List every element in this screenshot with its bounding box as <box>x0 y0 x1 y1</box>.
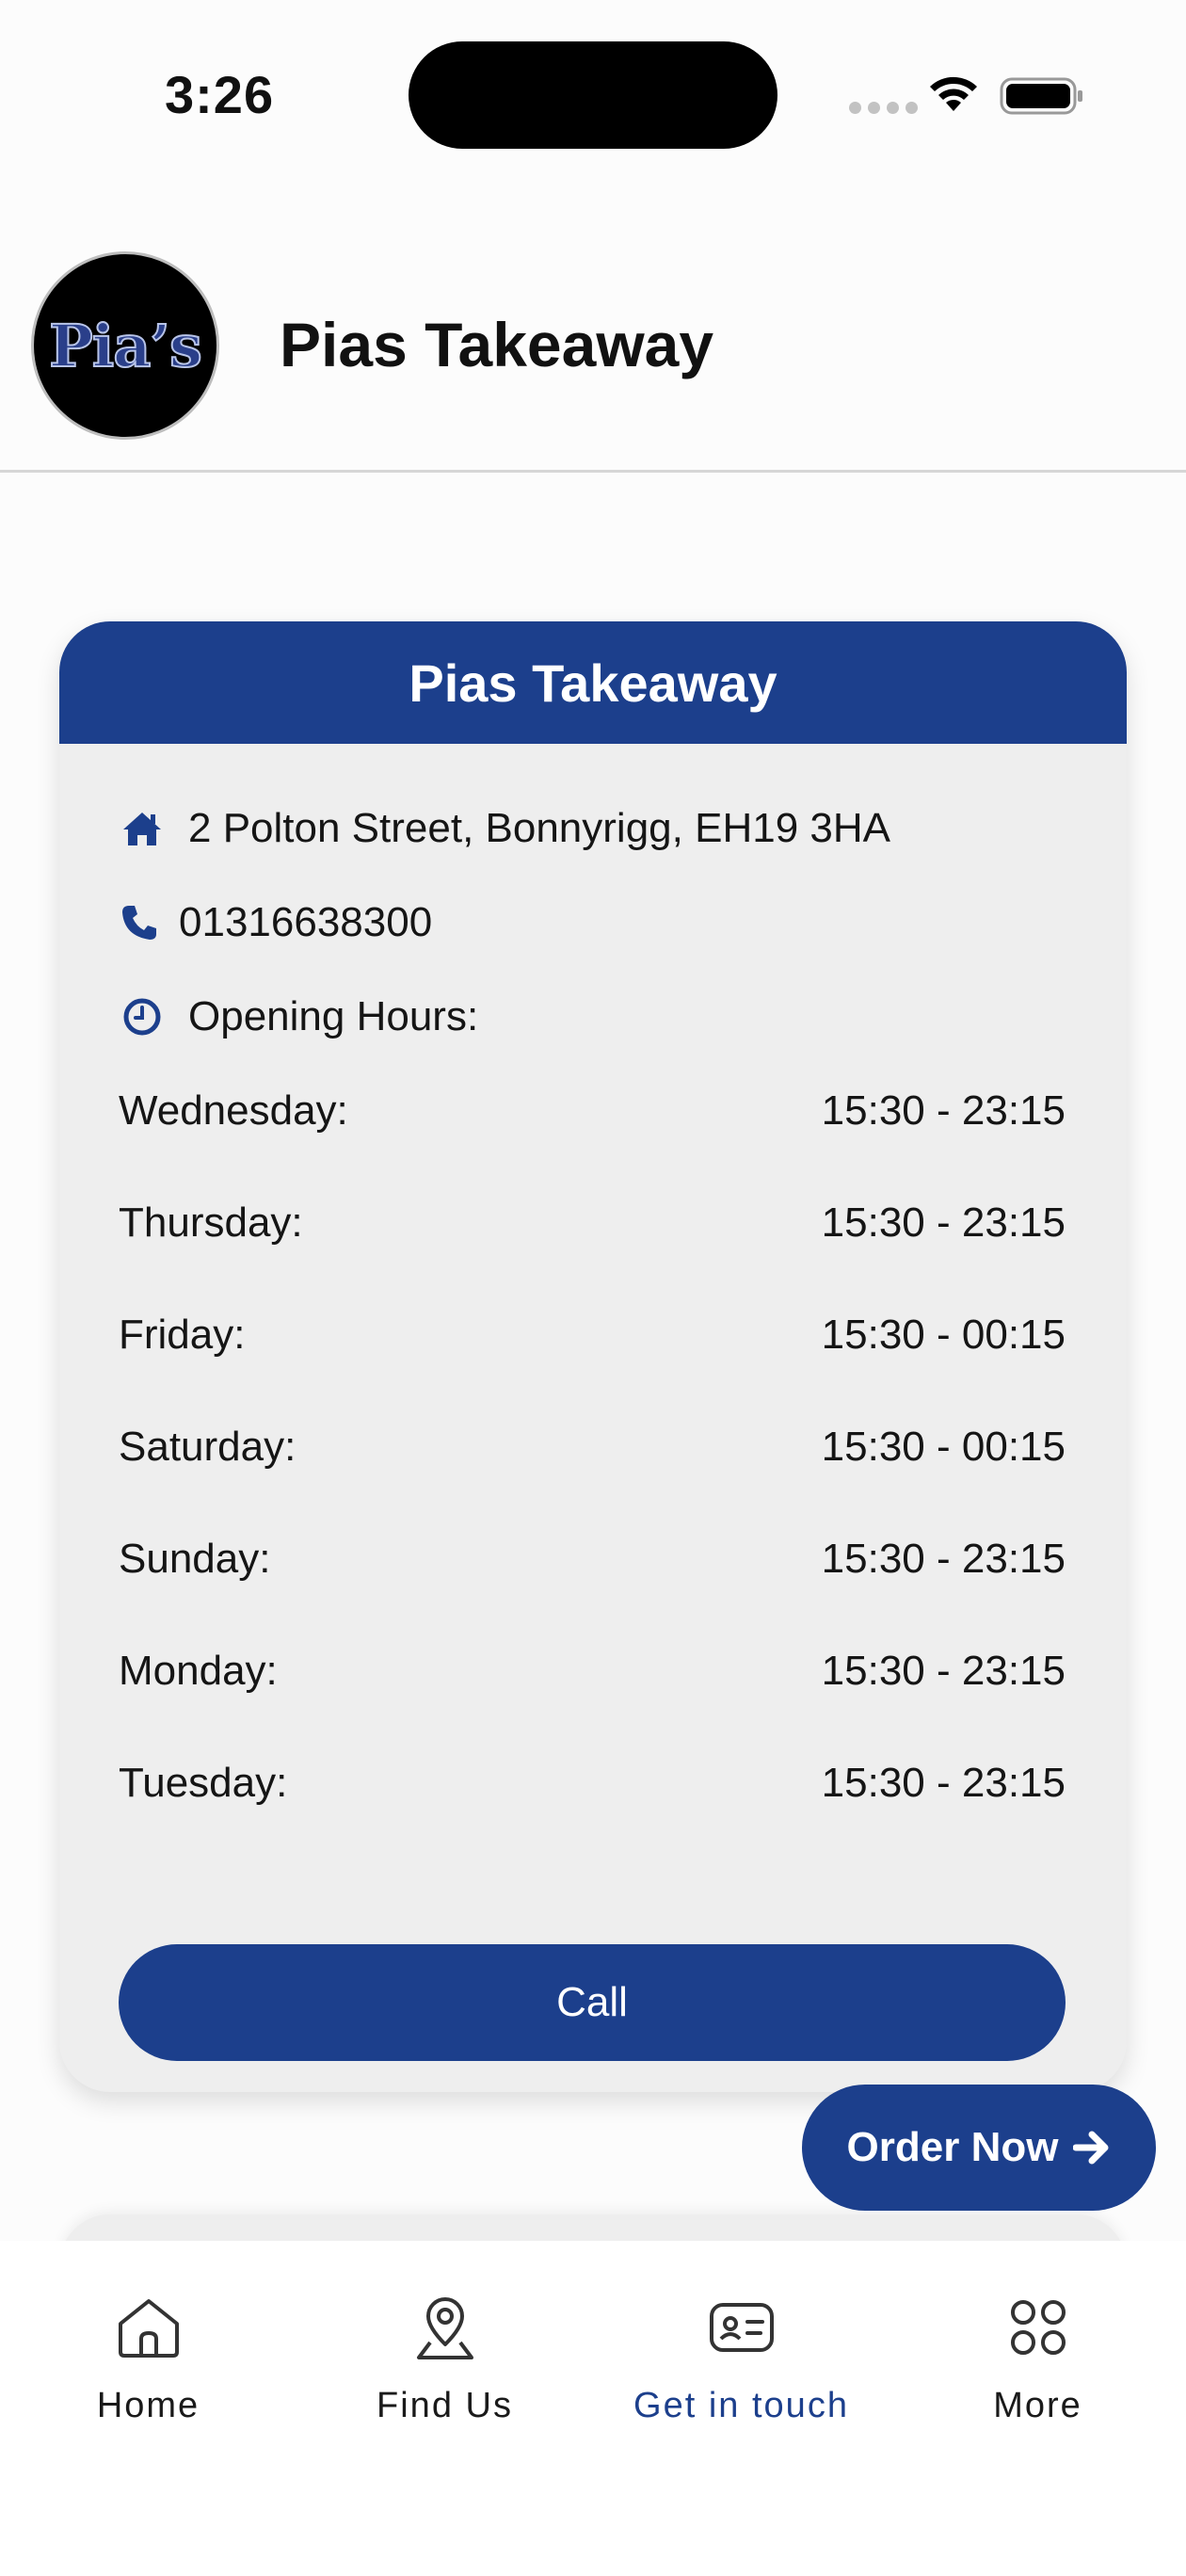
bottom-navigation: Home Find Us Get in touch More <box>0 2241 1186 2576</box>
clock-icon <box>119 993 166 1040</box>
grid-icon <box>1010 2300 1066 2355</box>
location-pin-icon <box>416 2297 473 2359</box>
address-text: 2 Polton Street, Bonnyrigg, EH19 3HA <box>188 805 890 851</box>
order-now-button[interactable]: Order Now <box>802 2085 1156 2211</box>
hours-time: 15:30 - 23:15 <box>821 1760 1066 1806</box>
phone-number: 01316638300 <box>179 899 433 945</box>
nav-item-more[interactable]: More <box>890 2290 1186 2426</box>
card-title: Pias Takeaway <box>409 652 777 713</box>
address-row: 2 Polton Street, Bonnyrigg, EH19 3HA <box>119 805 890 852</box>
nav-item-find-us[interactable]: Find Us <box>296 2290 593 2426</box>
hours-time: 15:30 - 23:15 <box>821 1087 1066 1134</box>
hours-day: Saturday: <box>119 1424 296 1470</box>
nav-label-more: More <box>993 2386 1082 2425</box>
restaurant-logo[interactable]: Pia’s <box>31 251 219 440</box>
hours-time: 15:30 - 00:15 <box>821 1424 1066 1470</box>
hours-time: 15:30 - 23:15 <box>821 1199 1066 1246</box>
hours-day: Wednesday: <box>119 1087 348 1134</box>
opening-hours-label: Opening Hours: <box>188 993 479 1039</box>
hours-row-friday: Friday: 15:30 - 00:15 <box>119 1312 1066 1359</box>
hours-time: 15:30 - 23:15 <box>821 1648 1066 1694</box>
order-now-label: Order Now <box>846 2124 1059 2170</box>
battery-icon <box>1000 77 1082 115</box>
opening-hours-heading: Opening Hours: <box>119 993 478 1040</box>
cellular-signal-icon <box>849 102 918 114</box>
hours-row-monday: Monday: 15:30 - 23:15 <box>119 1648 1066 1695</box>
nav-item-get-in-touch[interactable]: Get in touch <box>593 2290 890 2426</box>
hours-row-thursday: Thursday: 15:30 - 23:15 <box>119 1199 1066 1247</box>
hours-day: Sunday: <box>119 1536 271 1582</box>
contact-card-icon <box>709 2303 774 2352</box>
dynamic-island <box>409 41 777 149</box>
phone-row[interactable]: 01316638300 <box>119 899 432 946</box>
status-time: 3:26 <box>165 65 275 124</box>
hours-row-wednesday: Wednesday: 15:30 - 23:15 <box>119 1087 1066 1135</box>
nav-label-find-us: Find Us <box>377 2386 513 2425</box>
hours-time: 15:30 - 23:15 <box>821 1536 1066 1582</box>
nav-item-home[interactable]: Home <box>0 2290 296 2426</box>
home-icon <box>119 805 166 852</box>
app-header: Pia’s Pias Takeaway <box>0 179 1186 473</box>
logo-text: Pia’s <box>48 311 203 381</box>
hours-row-tuesday: Tuesday: 15:30 - 23:15 <box>119 1760 1066 1807</box>
hours-day: Monday: <box>119 1648 278 1694</box>
nav-label-get-in-touch: Get in touch <box>633 2386 849 2425</box>
page-title: Pias Takeaway <box>280 310 714 379</box>
hours-day: Tuesday: <box>119 1760 288 1806</box>
arrow-right-icon <box>1073 2131 1109 2165</box>
status-bar: 3:26 <box>0 0 1186 179</box>
phone-icon <box>119 899 160 946</box>
hours-day: Friday: <box>119 1312 246 1358</box>
hours-row-saturday: Saturday: 15:30 - 00:15 <box>119 1424 1066 1471</box>
hours-day: Thursday: <box>119 1199 303 1246</box>
hours-time: 15:30 - 00:15 <box>821 1312 1066 1358</box>
nav-label-home: Home <box>96 2386 200 2425</box>
hours-row-sunday: Sunday: 15:30 - 23:15 <box>119 1536 1066 1583</box>
call-button[interactable]: Call <box>119 1944 1066 2061</box>
wifi-icon <box>930 76 977 111</box>
card-header: Pias Takeaway <box>59 621 1127 744</box>
home-icon <box>118 2299 179 2358</box>
contact-card: Pias Takeaway 2 Polton Street, Bonnyrigg… <box>59 621 1127 2092</box>
